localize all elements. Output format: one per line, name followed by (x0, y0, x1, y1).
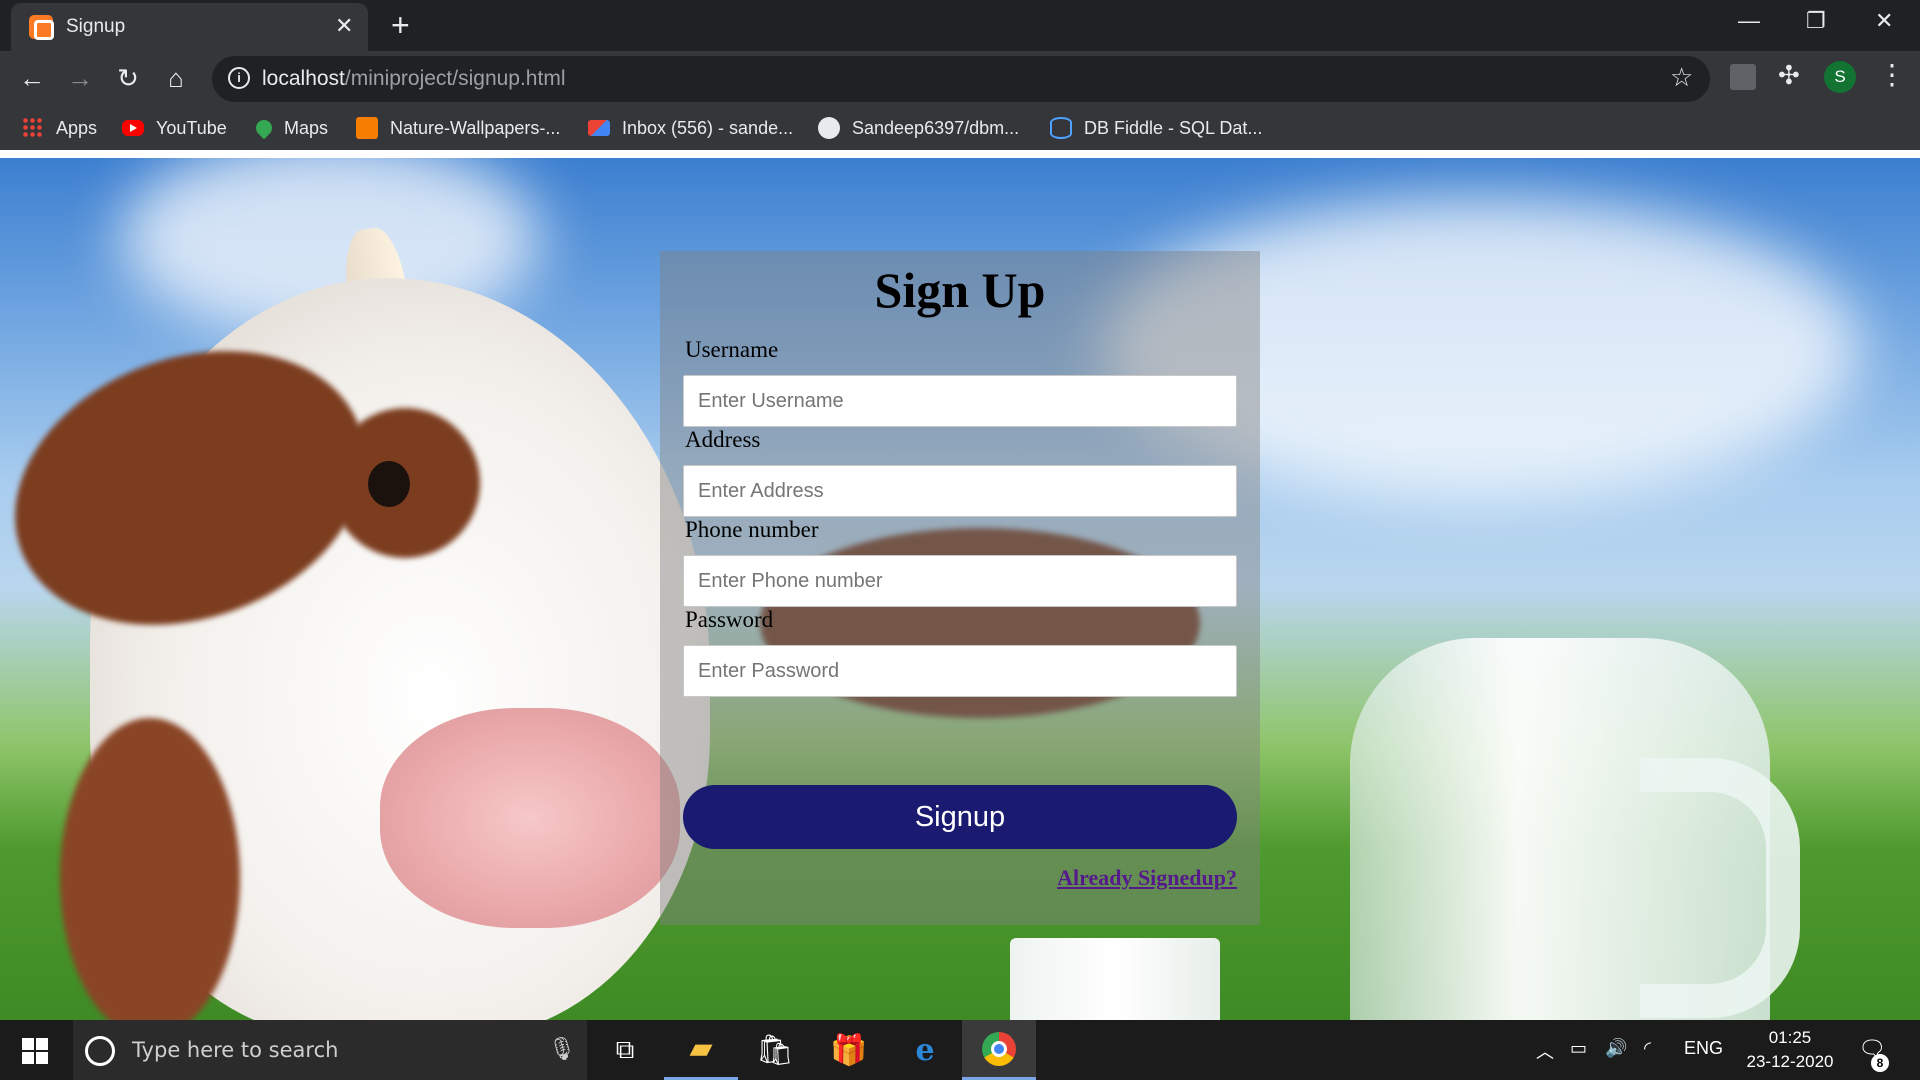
phone-input[interactable] (683, 555, 1237, 607)
extension-icon[interactable] (1730, 64, 1756, 90)
show-hidden-icons-chevron-icon[interactable]: ︿ (1536, 1038, 1554, 1064)
battery-icon[interactable]: ▭ (1570, 1038, 1587, 1059)
url-host: localhost (262, 67, 345, 90)
profile-avatar[interactable]: S (1824, 61, 1856, 93)
cortana-icon (85, 1036, 115, 1066)
taskbar-search-box[interactable]: Type here to search 🎙 (73, 1020, 587, 1080)
password-label: Password (685, 607, 774, 632)
back-icon[interactable]: ← (16, 63, 48, 93)
milk-jug-handle-shape (1640, 758, 1800, 1018)
windows-start-icon[interactable] (22, 1038, 48, 1064)
bookmark-db-fiddle[interactable]: DB Fiddle - SQL Dat... (1050, 115, 1262, 141)
new-tab-button[interactable]: + (391, 9, 410, 41)
address-bar[interactable]: i localhost/miniproject/signup.html ☆ (212, 56, 1710, 102)
extensions-puzzle-icon[interactable]: ✣ (1778, 60, 1800, 91)
apps-grid-icon (22, 117, 44, 139)
edge-icon[interactable]: e (888, 1020, 962, 1080)
cow-neck-patch-shape (60, 718, 240, 1020)
bookmark-github[interactable]: Sandeep6397/dbm... (818, 115, 1019, 141)
clock-time: 01:25 (1768, 1028, 1812, 1047)
page-top-border (0, 150, 1920, 158)
microsoft-store-icon[interactable]: 🛍 (738, 1020, 812, 1080)
notification-count-badge: 8 (1871, 1054, 1889, 1072)
bookmark-apps[interactable]: Apps (22, 115, 97, 141)
already-signedup-link[interactable]: Already Signedup? (1057, 865, 1237, 891)
bookmark-label: Sandeep6397/dbm... (852, 117, 1020, 138)
bookmark-label: Apps (56, 117, 98, 138)
database-icon (1050, 117, 1072, 139)
language-indicator[interactable]: ENG (1684, 1038, 1723, 1059)
page-viewport: Sign Up Username Address Phone number Pa… (0, 158, 1920, 1020)
bookmark-gmail[interactable]: Inbox (556) - sande... (588, 115, 793, 141)
file-explorer-icon[interactable]: ▰ (664, 1020, 738, 1080)
signup-button[interactable]: Signup (683, 785, 1237, 849)
clock[interactable]: 01:25 23-12-2020 (1735, 1026, 1845, 1074)
search-placeholder: Type here to search (132, 1038, 339, 1062)
address-input[interactable] (683, 465, 1237, 517)
bookmark-label: Nature-Wallpapers-... (390, 117, 561, 138)
username-label: Username (685, 337, 779, 362)
bookmark-youtube[interactable]: YouTube (122, 115, 227, 141)
gmail-icon (588, 120, 610, 136)
youtube-icon (122, 120, 144, 136)
milk-glass-shape (1010, 938, 1220, 1020)
url-path: /miniproject/signup.html (344, 67, 566, 90)
browser-toolbar: ← → ↻ ⌂ i localhost/miniproject/signup.h… (0, 51, 1920, 107)
volume-icon[interactable]: 🔊 (1605, 1038, 1627, 1059)
signup-form-card: Sign Up Username Address Phone number Pa… (660, 251, 1260, 925)
blogger-icon (356, 117, 378, 139)
gift-icon[interactable]: 🎁 (812, 1020, 886, 1080)
bookmark-label: Inbox (556) - sande... (622, 117, 794, 138)
bookmark-nature-wallpapers[interactable]: Nature-Wallpapers-... (356, 115, 560, 141)
form-title: Sign Up (874, 262, 1046, 318)
bookmark-label: Maps (284, 117, 329, 138)
site-info-icon[interactable]: i (228, 67, 250, 89)
maps-icon (252, 116, 276, 140)
chrome-logo-shape (982, 1031, 1016, 1066)
clock-date: 23-12-2020 (1746, 1052, 1834, 1071)
github-icon (818, 117, 840, 139)
cow-nose-shape (380, 708, 680, 928)
menu-kebab-icon[interactable]: ⋮ (1878, 58, 1906, 91)
forward-icon[interactable]: → (64, 63, 96, 93)
restore-button[interactable]: ❐ (1806, 8, 1826, 34)
reload-icon[interactable]: ↻ (112, 63, 144, 93)
bookmark-maps[interactable]: Maps (252, 115, 329, 141)
xampp-icon (29, 15, 54, 40)
task-view-icon[interactable]: ⧉ (588, 1020, 662, 1080)
home-icon[interactable]: ⌂ (160, 63, 192, 93)
phone-label: Phone number (685, 517, 819, 542)
minimize-button[interactable]: — (1738, 8, 1760, 34)
tab-title: Signup (66, 16, 126, 37)
tab-signup[interactable]: Signup ✕ (11, 3, 368, 51)
url-text[interactable]: localhost/miniproject/signup.html (262, 67, 565, 91)
password-input[interactable] (683, 645, 1237, 697)
close-window-button[interactable]: ✕ (1875, 8, 1893, 34)
chrome-icon[interactable] (962, 1020, 1036, 1080)
microphone-icon[interactable]: 🎙 (548, 1036, 576, 1062)
taskbar: Type here to search 🎙 ⧉ ▰ 🛍 🎁 e ︿ ▭ 🔊 ◜ … (0, 1020, 1920, 1080)
wifi-icon[interactable]: ◜ (1644, 1038, 1651, 1059)
bookmarks-bar: Apps YouTube Maps Nature-Wallpapers-... … (0, 107, 1920, 150)
cow-eye-shape (368, 461, 410, 507)
bookmark-label: YouTube (156, 117, 227, 138)
bookmark-label: DB Fiddle - SQL Dat... (1084, 117, 1263, 138)
address-label: Address (685, 427, 761, 452)
bookmark-star-icon[interactable]: ☆ (1670, 62, 1693, 93)
tab-strip: Signup ✕ + — ❐ ✕ (0, 0, 1920, 51)
username-input[interactable] (683, 375, 1237, 427)
close-tab-icon[interactable]: ✕ (335, 14, 353, 38)
